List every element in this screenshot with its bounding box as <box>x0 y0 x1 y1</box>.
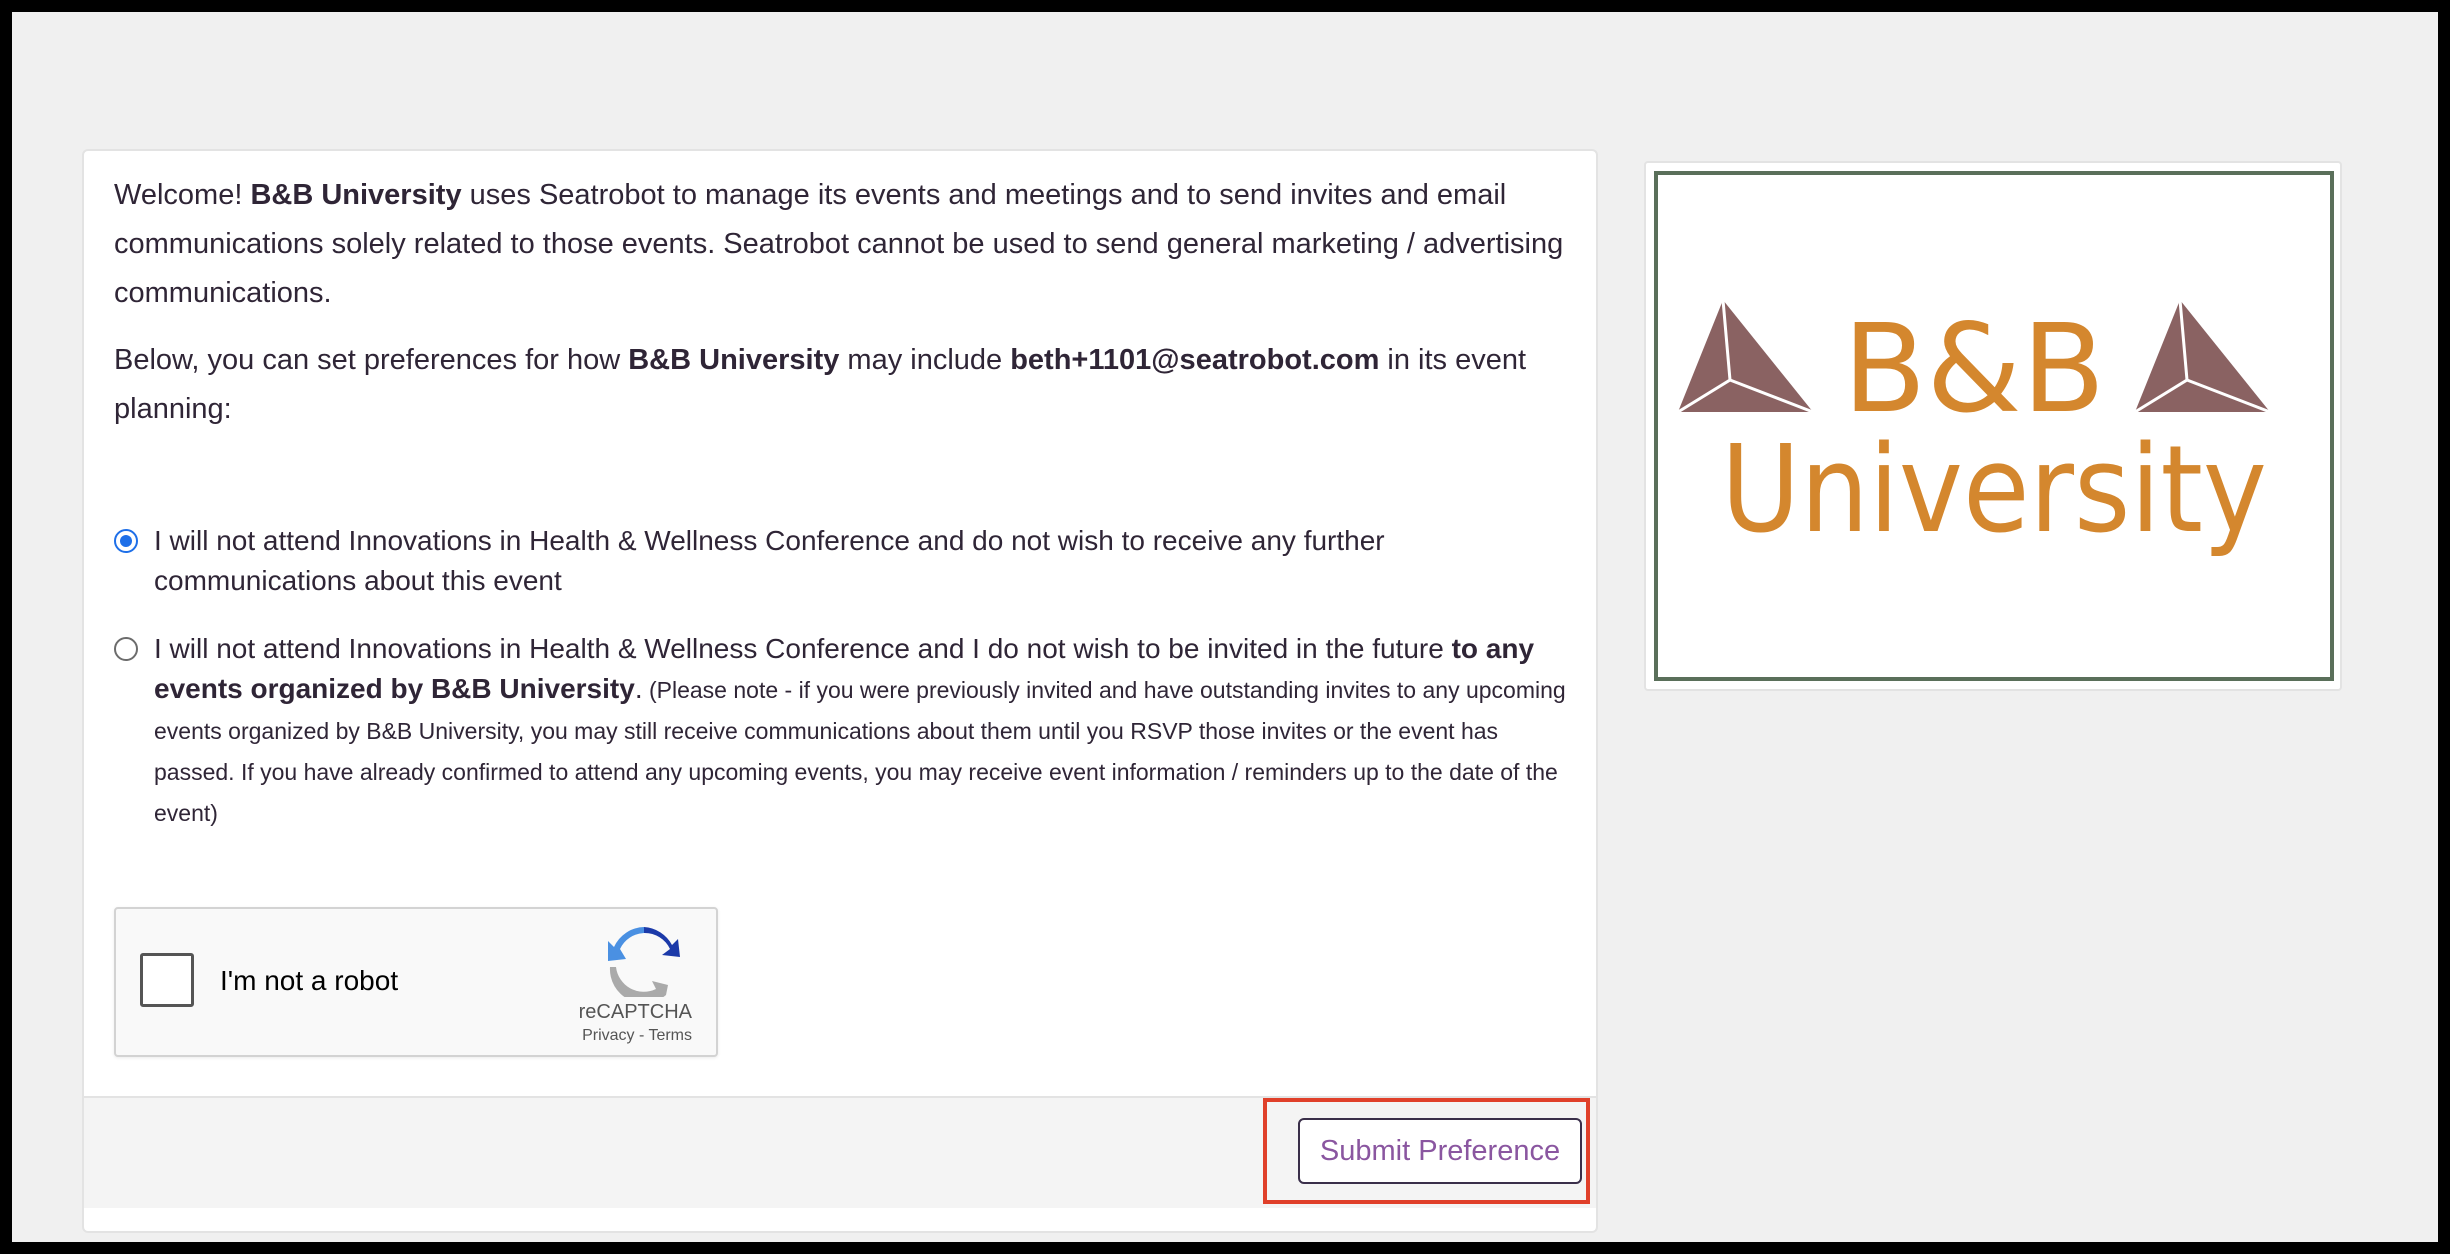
recaptcha-widget: I'm not a robot reCAPTCHA Privacy - Term… <box>114 907 718 1057</box>
card-footer: Submit Preference <box>84 1096 1596 1208</box>
university-logo: B&B University <box>1677 298 2271 560</box>
option-period: . <box>634 673 643 704</box>
right-triangle-icon <box>2134 299 2271 414</box>
prefs-lead-text: Below, you can set preferences for how <box>114 344 629 376</box>
email-address: beth+1101@seatrobot.com <box>1010 344 1380 376</box>
option-decline-all-future[interactable]: I will not attend Innovations in Health … <box>114 629 1574 833</box>
recaptcha-label: I'm not a robot <box>220 965 399 996</box>
recaptcha-privacy-terms-links[interactable]: Privacy - Terms <box>582 1027 692 1045</box>
prefs-mid-text: may include <box>839 344 1011 376</box>
option-decline-event[interactable]: I will not attend Innovations in Health … <box>114 521 1574 601</box>
option-text: I will not attend Innovations in Health … <box>154 633 1452 664</box>
org-name: B&B University <box>250 179 462 211</box>
recaptcha-checkbox[interactable] <box>140 953 194 1007</box>
page-background: Welcome! B&B University uses Seatrobot t… <box>12 12 2438 1242</box>
org-name: B&B University <box>628 344 840 376</box>
welcome-text: Welcome! <box>114 179 251 211</box>
radio-decline-event[interactable] <box>114 529 138 553</box>
radio-decline-all-future[interactable] <box>114 637 138 661</box>
preferences-intro: Below, you can set preferences for how B… <box>114 336 1574 434</box>
card-body: Welcome! B&B University uses Seatrobot t… <box>114 171 1574 452</box>
logo-line-1: B&B <box>1843 298 2106 440</box>
preference-card: Welcome! B&B University uses Seatrobot t… <box>82 149 1598 1233</box>
recaptcha-icon <box>608 927 680 997</box>
logo-line-2: University <box>1721 421 2267 560</box>
intro-paragraph: Welcome! B&B University uses Seatrobot t… <box>114 171 1574 318</box>
preference-options: I will not attend Innovations in Health … <box>114 521 1574 861</box>
submit-preference-button[interactable]: Submit Preference <box>1298 1118 1582 1184</box>
left-triangle-icon <box>1677 299 1814 414</box>
option-label: I will not attend Innovations in Health … <box>154 629 1574 833</box>
option-label: I will not attend Innovations in Health … <box>154 525 1385 596</box>
logo-frame: B&B University <box>1654 171 2334 681</box>
logo-card: B&B University <box>1644 161 2342 691</box>
recaptcha-brand: reCAPTCHA <box>578 1001 692 1023</box>
